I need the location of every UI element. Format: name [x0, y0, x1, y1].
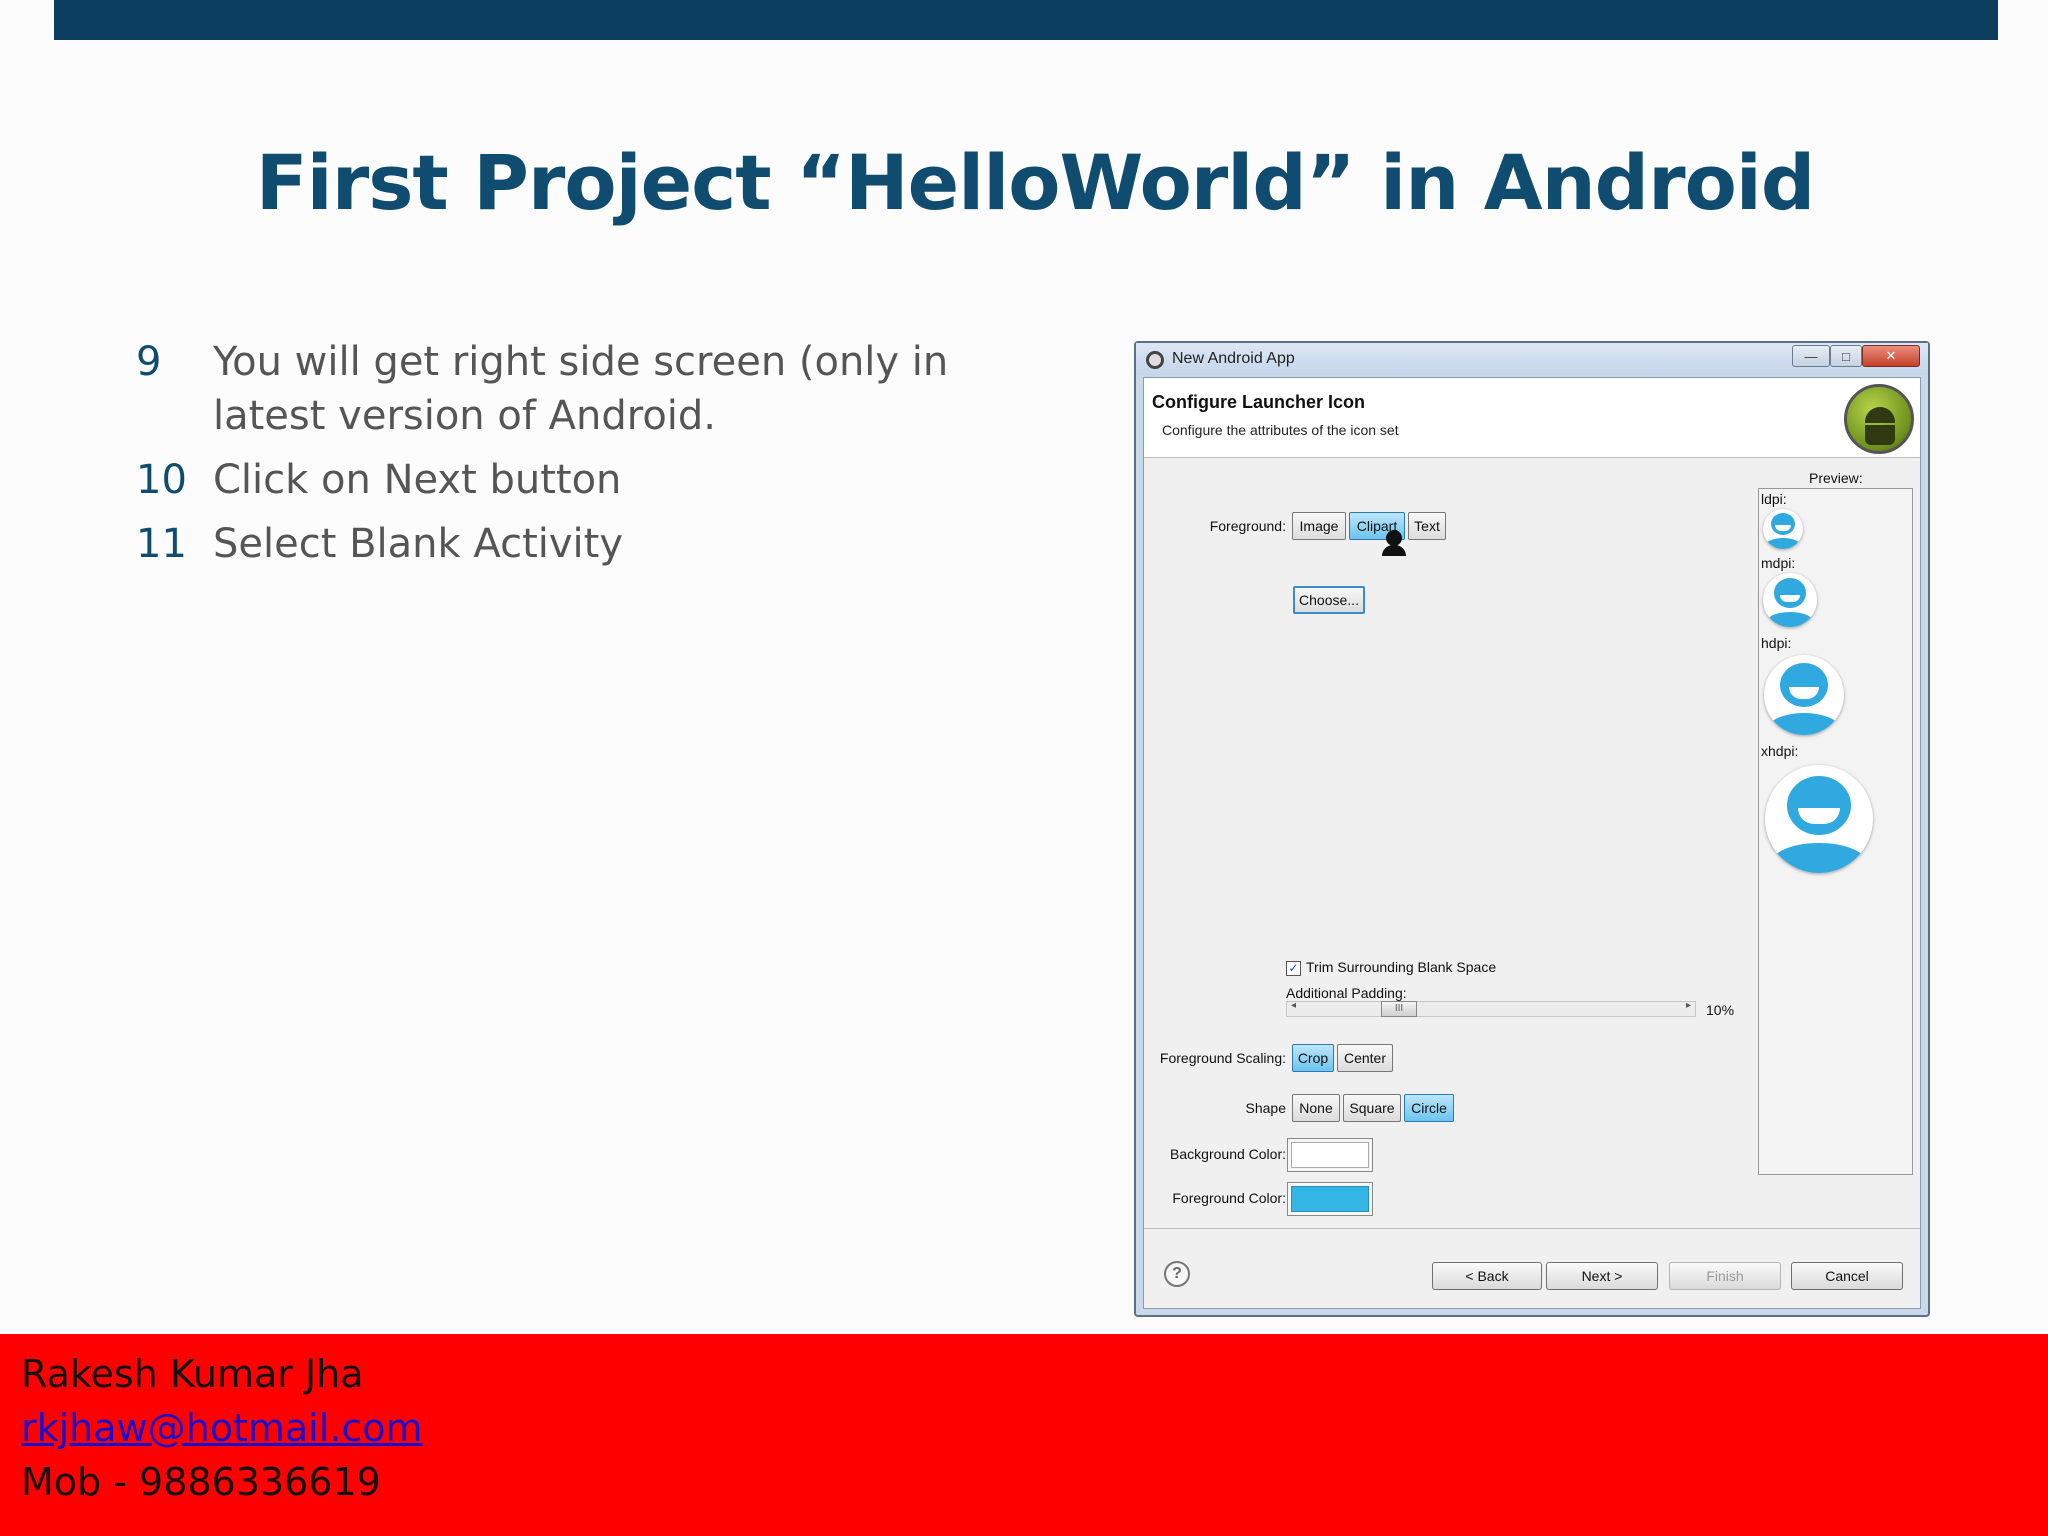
new-android-app-dialog: New Android App — □ ✕ Configure Launcher…: [1134, 341, 1930, 1317]
bullet-text: You will get right side screen (only in …: [213, 339, 949, 439]
android-logo-icon: [1844, 384, 1914, 454]
bullet-number: 11: [136, 521, 187, 567]
slider-left-arrow-icon[interactable]: ◂: [1291, 1000, 1296, 1011]
preview-panel: ldpi: mdpi: hdpi: xhdpi:: [1758, 488, 1913, 1175]
scaling-label: Foreground Scaling:: [1159, 1050, 1286, 1066]
wizard-title: Configure Launcher Icon: [1152, 392, 1366, 412]
padding-slider[interactable]: ◂ III ▸: [1286, 1000, 1696, 1017]
window-title: New Android App: [1172, 350, 1295, 367]
help-icon[interactable]: ?: [1164, 1261, 1190, 1287]
dialog-body: Configure Launcher Icon Configure the at…: [1143, 377, 1921, 1309]
close-button[interactable]: ✕: [1862, 345, 1920, 367]
finish-button: Finish: [1669, 1262, 1781, 1290]
list-item: 11 Select Blank Activity: [136, 517, 1036, 571]
next-button[interactable]: Next >: [1546, 1262, 1658, 1290]
padding-value: 10%: [1706, 1002, 1735, 1018]
author-email-link[interactable]: rkjhaw@hotmail.com: [21, 1406, 423, 1450]
background-color-fill: [1291, 1142, 1369, 1168]
clipart-person-icon: [1382, 530, 1406, 556]
trim-label: Trim Surrounding Blank Space: [1306, 959, 1497, 975]
background-color-swatch[interactable]: [1287, 1138, 1373, 1172]
foreground-label: Foreground:: [1209, 518, 1286, 534]
foreground-color-swatch[interactable]: [1287, 1182, 1373, 1216]
slider-thumb[interactable]: III: [1381, 1001, 1417, 1017]
shape-label: Shape: [1245, 1100, 1286, 1116]
preview-xhdpi-label: xhdpi:: [1761, 743, 1799, 759]
list-item: 10 Click on Next button: [136, 453, 1036, 507]
bullet-number: 9: [136, 339, 162, 385]
foreground-color-fill: [1291, 1186, 1369, 1212]
preview-label: Preview:: [1809, 470, 1863, 486]
foreground-color-label: Foreground Color:: [1172, 1190, 1286, 1206]
back-button[interactable]: < Back: [1432, 1262, 1542, 1290]
scaling-crop-button[interactable]: Crop: [1292, 1044, 1334, 1072]
top-bar: [54, 0, 1998, 40]
trim-checkbox[interactable]: ✓: [1286, 961, 1301, 976]
bullet-number: 10: [136, 457, 187, 503]
wizard-subtitle: Configure the attributes of the icon set: [1162, 422, 1399, 438]
author-footer: Rakesh Kumar Jha rkjhaw@hotmail.com Mob …: [0, 1334, 2048, 1536]
minimize-button[interactable]: —: [1792, 345, 1830, 367]
author-mobile: Mob - 9886336619: [21, 1460, 381, 1504]
author-name: Rakesh Kumar Jha: [21, 1352, 364, 1396]
eclipse-app-icon: [1146, 351, 1164, 369]
window-titlebar[interactable]: New Android App — □ ✕: [1136, 343, 1928, 375]
slide-title: First Project “HelloWorld” in Android: [255, 138, 1815, 227]
footer-separator: [1144, 1228, 1920, 1229]
preview-ldpi-label: ldpi:: [1761, 491, 1787, 507]
shape-square-button[interactable]: Square: [1343, 1094, 1401, 1122]
preview-mdpi-icon: [1763, 573, 1817, 627]
scaling-center-button[interactable]: Center: [1337, 1044, 1393, 1072]
cancel-button[interactable]: Cancel: [1791, 1262, 1903, 1290]
preview-hdpi-label: hdpi:: [1761, 635, 1792, 651]
foreground-image-button[interactable]: Image: [1292, 512, 1346, 540]
list-item: 9 You will get right side screen (only i…: [136, 335, 1036, 443]
preview-xhdpi-icon: [1765, 765, 1873, 873]
foreground-text-button[interactable]: Text: [1408, 512, 1446, 540]
preview-mdpi-label: mdpi:: [1761, 555, 1796, 571]
maximize-button[interactable]: □: [1830, 345, 1862, 367]
bullet-text: Select Blank Activity: [213, 521, 623, 567]
padding-label: Additional Padding:: [1286, 985, 1407, 1001]
slider-right-arrow-icon[interactable]: ▸: [1686, 1000, 1691, 1011]
wizard-header: Configure Launcher Icon Configure the at…: [1144, 378, 1920, 458]
preview-hdpi-icon: [1764, 655, 1844, 735]
bullet-list: 9 You will get right side screen (only i…: [136, 335, 1036, 581]
background-color-label: Background Color:: [1170, 1146, 1286, 1162]
bullet-text: Click on Next button: [213, 457, 622, 503]
choose-clipart-button[interactable]: Choose...: [1293, 586, 1365, 614]
preview-ldpi-icon: [1763, 509, 1803, 549]
shape-circle-button[interactable]: Circle: [1404, 1094, 1454, 1122]
shape-none-button[interactable]: None: [1292, 1094, 1340, 1122]
